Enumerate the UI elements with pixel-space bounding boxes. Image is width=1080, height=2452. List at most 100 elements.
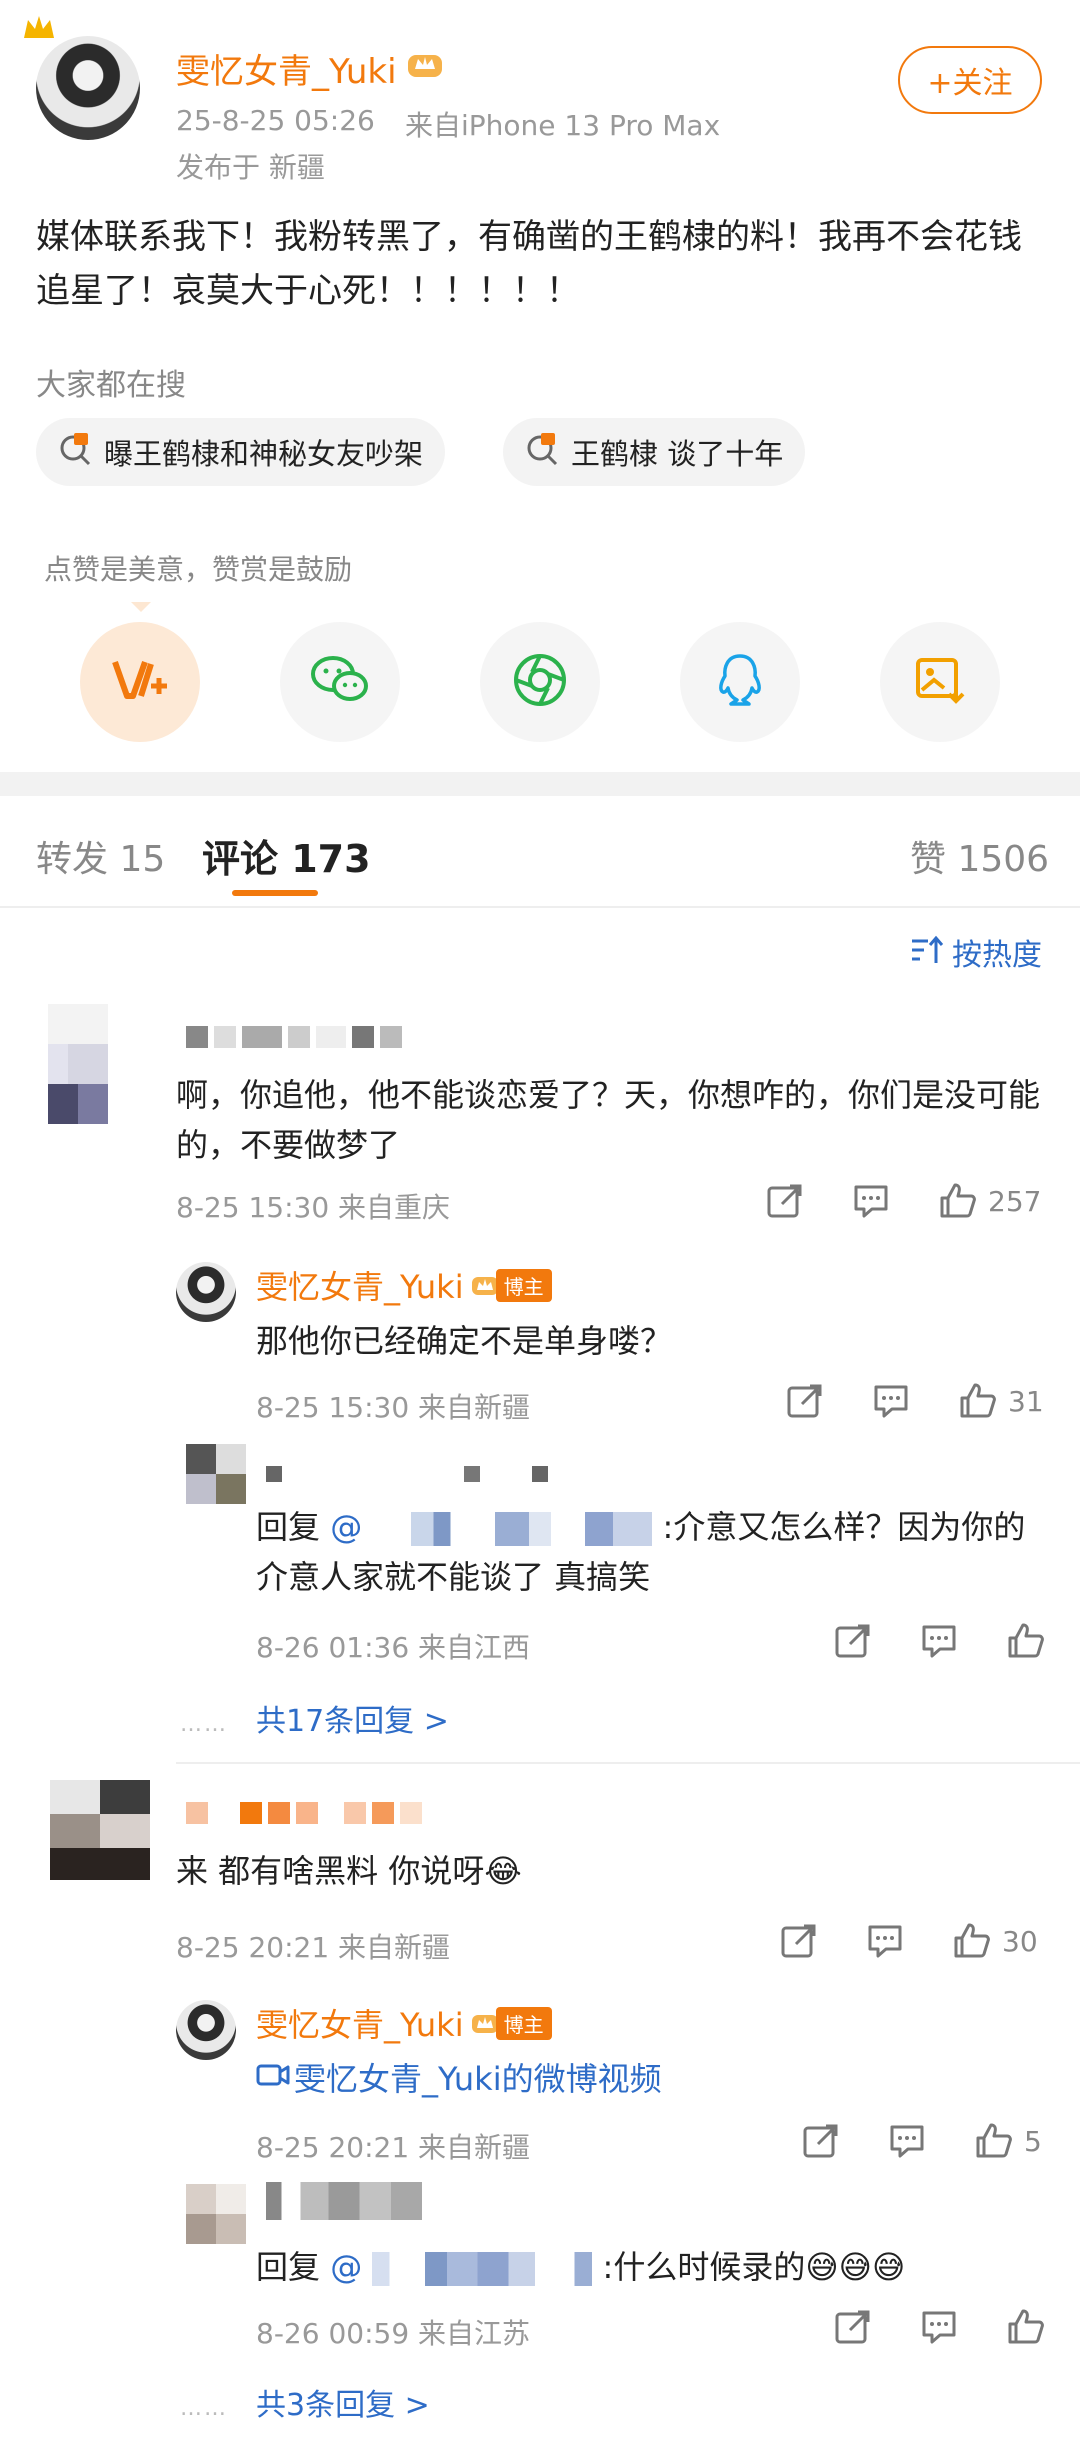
video-link[interactable]: 雯忆女青_Yuki的微博视频 [256, 2054, 662, 2100]
post-content: 媒体联系我下！我粉转黑了，有确凿的王鹤棣的料！我再不会花钱追星了！哀莫大于心死！… [36, 217, 1022, 311]
comment-avatar[interactable] [50, 1780, 150, 1880]
follow-button[interactable]: +关注 [898, 46, 1042, 114]
vplus-button[interactable] [80, 622, 200, 742]
like-icon [974, 2122, 1014, 2160]
reply-prefix: 回复 [256, 1508, 321, 1546]
search-tag-label: 曝王鹤棣和神秘女友吵架 [104, 437, 424, 471]
reply-avatar[interactable] [186, 1444, 246, 1504]
sort-button[interactable]: 按热度 [910, 930, 1042, 974]
qq-icon [715, 652, 765, 712]
mention-link[interactable]: @ [330, 2248, 362, 2286]
repost-icon[interactable] [786, 1382, 824, 1420]
like-action[interactable]: 5 [974, 2122, 1042, 2160]
like-count: 31 [1008, 1384, 1044, 1418]
like-action[interactable] [1006, 1622, 1046, 1660]
reply-username-masked[interactable] [266, 2182, 422, 2220]
like-action[interactable]: 257 [938, 1182, 1041, 1220]
post-location: 发布于 新疆 [176, 151, 325, 184]
like-action[interactable]: 31 [958, 1382, 1044, 1420]
more-replies-link[interactable]: 共3条回复 > [256, 2380, 430, 2424]
tab-likes[interactable]: 赞 1506 [910, 830, 1049, 882]
more-replies-link[interactable]: 共17条回复 > [256, 1696, 449, 1740]
like-action[interactable] [1006, 2308, 1046, 2346]
like-icon [1006, 1622, 1046, 1660]
comment-actions: 257 [766, 1182, 1041, 1220]
blogger-badge: 博主 [470, 1268, 552, 1302]
reply-actions [834, 1622, 1046, 1660]
reply-meta: 8-26 01:36 来自江西 [256, 1631, 531, 1664]
sort-icon [910, 935, 944, 969]
follow-label: +关注 [927, 66, 1013, 101]
reply-avatar[interactable] [176, 1262, 236, 1322]
wechat-share-button[interactable] [280, 622, 400, 742]
reply-actions: 5 [802, 2122, 1042, 2160]
reply-author-name[interactable]: 雯忆女青_Yuki [256, 1262, 464, 1308]
author-avatar[interactable] [36, 36, 140, 140]
like-icon [938, 1182, 978, 1220]
reply-body: :什么时候录的😅😅😅 [602, 2248, 906, 2286]
repost-icon[interactable] [834, 1622, 872, 1660]
like-icon [952, 1922, 992, 1960]
repost-icon[interactable] [802, 2122, 840, 2160]
search-title: 大家都在搜 [36, 368, 186, 403]
comment-icon[interactable] [872, 1382, 910, 1420]
repost-icon[interactable] [834, 2308, 872, 2346]
comment-avatar[interactable] [48, 1004, 108, 1124]
comment-text: 来 都有啥黑料 你说呀😂 [176, 1852, 522, 1890]
reply-avatar[interactable] [176, 2000, 236, 2060]
reply-prefix: 回复 [256, 2248, 321, 2286]
comment-icon[interactable] [852, 1182, 890, 1220]
reply-author[interactable]: 雯忆女青_Yuki 博主 [256, 1262, 552, 1308]
qq-share-button[interactable] [680, 622, 800, 742]
reply-author-name[interactable]: 雯忆女青_Yuki [256, 2000, 464, 2046]
author-name-text[interactable]: 雯忆女青_Yuki [176, 44, 397, 93]
masked-mention[interactable] [372, 2252, 593, 2286]
search-tag-label: 王鹤棣 谈了十年 [571, 437, 784, 471]
vip-crown-icon [405, 47, 445, 90]
post-source: 来自iPhone 13 Pro Max [405, 109, 721, 142]
reply-text: 回复 @ :介意又怎么样？因为你的介意人家就不能谈了 真搞笑 [256, 1502, 1036, 1602]
repost-icon[interactable] [780, 1922, 818, 1960]
reply-meta: 8-25 15:30 来自新疆 [256, 1391, 531, 1424]
comment-icon[interactable] [920, 2308, 958, 2346]
comment-divider [176, 1762, 1080, 1764]
tabs-divider [0, 906, 1080, 908]
video-link-label: 雯忆女青_Yuki的微博视频 [294, 2060, 662, 2098]
hot-search-icon [525, 431, 561, 474]
author-name[interactable]: 雯忆女青_Yuki [176, 44, 445, 93]
like-count: 5 [1024, 2124, 1042, 2158]
reply-username-masked[interactable] [266, 1466, 548, 1488]
search-tag[interactable]: 王鹤棣 谈了十年 [503, 418, 806, 486]
tab-repost[interactable]: 转发 15 [36, 830, 165, 882]
vplus-icon [111, 656, 169, 708]
reward-caption: 点赞是美意，赞赏是鼓励 [36, 542, 361, 594]
mention-link[interactable]: @ [330, 1508, 362, 1546]
save-image-button[interactable] [880, 622, 1000, 742]
comment-icon[interactable] [866, 1922, 904, 1960]
like-count: 257 [988, 1184, 1042, 1218]
moments-share-button[interactable] [480, 622, 600, 742]
reply-actions: 31 [786, 1382, 1044, 1420]
post-time: 25-8-25 05:26 [176, 104, 375, 137]
search-tag[interactable]: 曝王鹤棣和神秘女友吵架 [36, 418, 446, 486]
reply-actions [834, 2308, 1046, 2346]
hot-search-icon [58, 431, 94, 474]
moments-icon [512, 652, 568, 712]
repost-icon[interactable] [766, 1182, 804, 1220]
like-icon [1006, 2308, 1046, 2346]
reply-author[interactable]: 雯忆女青_Yuki 博主 [256, 2000, 552, 2046]
tab-active-indicator [232, 890, 318, 896]
reply-avatar[interactable] [186, 2184, 246, 2244]
comment-username-masked[interactable] [186, 1802, 422, 1824]
masked-mention[interactable] [372, 1512, 653, 1546]
tab-comments[interactable]: 评论 173 [202, 828, 371, 883]
comment-username-masked[interactable] [186, 1026, 402, 1048]
comment-icon[interactable] [920, 1622, 958, 1660]
comment-meta: 8-25 20:21 来自新疆 [176, 1931, 451, 1964]
comment-actions: 30 [780, 1922, 1038, 1960]
comment-icon[interactable] [888, 2122, 926, 2160]
like-action[interactable]: 30 [952, 1922, 1038, 1960]
section-divider [0, 772, 1080, 796]
video-icon [256, 2061, 290, 2093]
blogger-badge-label: 博主 [495, 2006, 552, 2040]
